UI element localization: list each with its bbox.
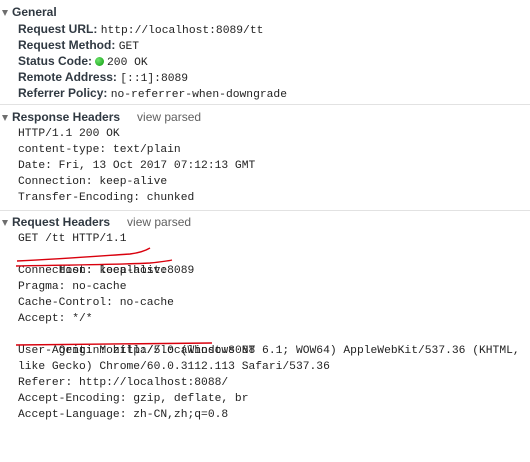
request-url-label: Request URL: [18, 22, 98, 36]
response-header-line: Connection: keep-alive [18, 176, 168, 188]
response-header-line: Transfer-Encoding: chunked [18, 192, 195, 204]
remote-address-row: Remote Address: [::1]:8089 [18, 69, 530, 85]
request-method-label: Request Method: [18, 38, 116, 52]
general-section-header[interactable]: General [0, 3, 530, 21]
response-headers-header[interactable]: Response Headers view parsed [0, 108, 530, 126]
request-header-line: Accept: */* [18, 313, 93, 325]
request-header-line: Pragma: no-cache [18, 281, 127, 293]
request-header-line: Cache-Control: no-cache [18, 297, 174, 309]
response-headers-section: Response Headers view parsed HTTP/1.1 20… [0, 105, 530, 211]
request-header-line: Host: localhost:8089 [18, 247, 530, 277]
request-header-lines: GET /tt HTTP/1.1 Host: localhost:8089 Co… [0, 231, 530, 423]
referrer-policy-label: Referrer Policy: [18, 86, 108, 100]
response-header-lines: HTTP/1.1 200 OK content-type: text/plain… [0, 126, 530, 206]
request-headers-section: Request Headers view parsed GET /tt HTTP… [0, 211, 530, 423]
status-ok-icon [95, 57, 105, 66]
remote-address-value: [::1]:8089 [120, 73, 189, 85]
expand-triangle-icon[interactable] [2, 219, 8, 226]
expand-triangle-icon[interactable] [2, 9, 8, 16]
response-header-line: content-type: text/plain [18, 144, 181, 156]
referrer-policy-row: Referrer Policy: no-referrer-when-downgr… [18, 85, 530, 101]
general-section: General Request URL: http://localhost:80… [0, 0, 530, 105]
response-headers-title: Response Headers [12, 110, 121, 124]
expand-triangle-icon[interactable] [2, 114, 8, 121]
response-header-line: HTTP/1.1 200 OK [18, 128, 120, 140]
origin-annotated-text: Origin: http://localhost:8088 [58, 345, 256, 357]
status-code-label: Status Code: [18, 54, 93, 68]
request-header-line: GET /tt HTTP/1.1 [18, 233, 127, 245]
request-method-value: GET [118, 41, 140, 53]
request-headers-header[interactable]: Request Headers view parsed [0, 213, 530, 231]
general-rows: Request URL: http://localhost:8089/tt Re… [0, 21, 530, 101]
general-title: General [12, 5, 57, 19]
response-view-parsed-link[interactable]: view parsed [137, 108, 201, 126]
host-annotated-text: Host: localhost:8089 [58, 265, 195, 277]
referrer-policy-value: no-referrer-when-downgrade [110, 89, 287, 101]
request-header-line: Referer: http://localhost:8088/ [18, 377, 229, 389]
request-view-parsed-link[interactable]: view parsed [127, 213, 191, 231]
request-header-line: Accept-Language: zh-CN,zh;q=0.8 [18, 409, 229, 421]
request-url-value: http://localhost:8089/tt [100, 25, 264, 37]
response-header-line: Date: Fri, 13 Oct 2017 07:12:13 GMT [18, 160, 256, 172]
status-code-value: 200 OK [107, 57, 148, 69]
status-code-row: Status Code: 200 OK [18, 53, 530, 69]
request-header-line: Origin: http://localhost:8088 [18, 327, 530, 357]
request-url-row: Request URL: http://localhost:8089/tt [18, 21, 530, 37]
remote-address-label: Remote Address: [18, 70, 117, 84]
request-header-line: Accept-Encoding: gzip, deflate, br [18, 393, 249, 405]
request-headers-title: Request Headers [12, 215, 111, 229]
request-method-row: Request Method: GET [18, 37, 530, 53]
